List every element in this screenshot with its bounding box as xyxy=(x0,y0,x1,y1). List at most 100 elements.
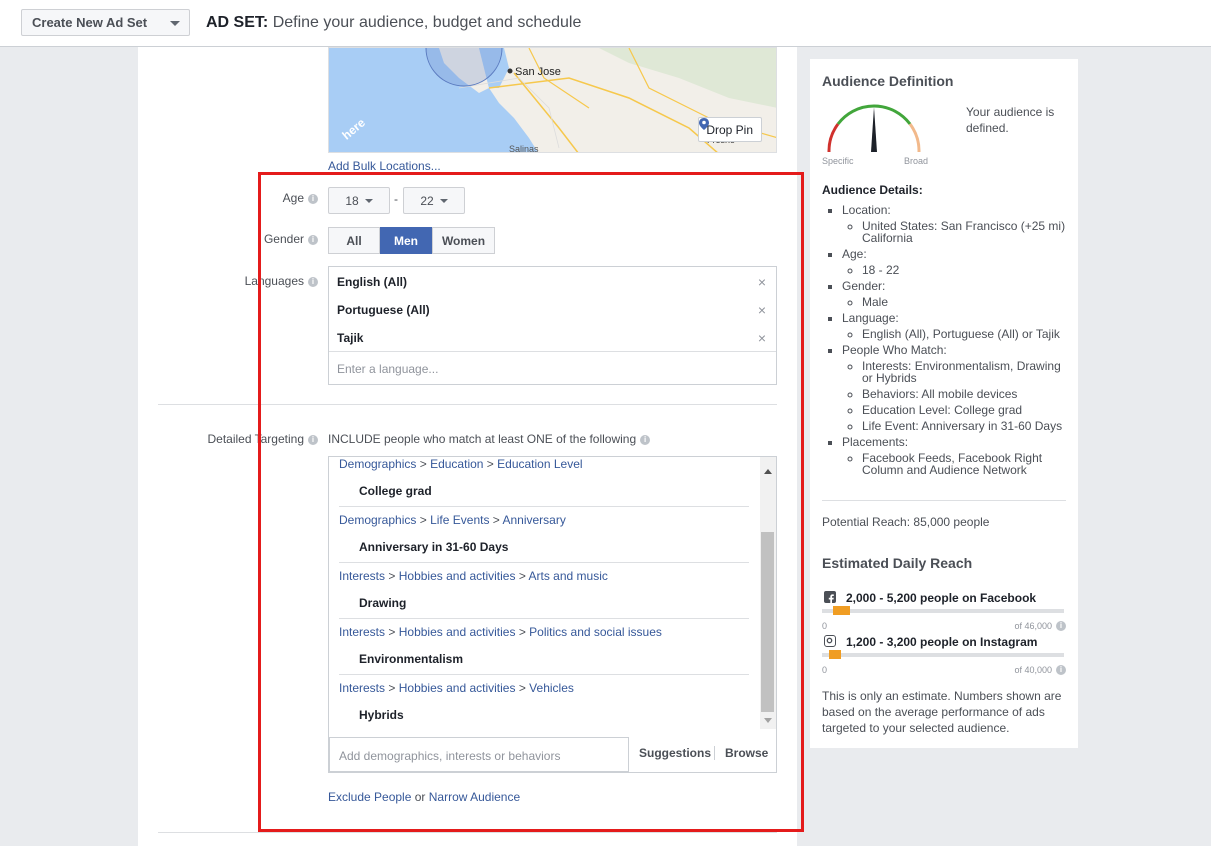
languages-box: English (All) × Portuguese (All) × Tajik… xyxy=(328,266,777,385)
audience-definition-panel: Audience Definition Specific Broad Your … xyxy=(810,59,1078,748)
audience-details-list: Location: United States: San Francisco (… xyxy=(822,204,1072,480)
remove-icon[interactable]: × xyxy=(758,302,766,318)
path-part: Hobbies and activities xyxy=(398,625,516,639)
potential-reach: Potential Reach: 85,000 people xyxy=(822,515,990,529)
gender-toggle-group: All Men Women xyxy=(328,227,495,254)
age-range-dash: - xyxy=(394,192,398,206)
targeting-item[interactable]: Anniversary in 31-60 Days xyxy=(359,540,508,554)
targeting-category-path[interactable]: Interests > Hobbies and activities > Veh… xyxy=(339,674,749,702)
gauge-specific-label: Specific xyxy=(822,156,854,166)
page-title-prefix: AD SET: xyxy=(206,14,269,31)
targeting-category-path[interactable]: Interests > Hobbies and activities > Pol… xyxy=(339,618,749,646)
path-part: Education Level xyxy=(497,457,583,471)
targeting-item[interactable]: Hybrids xyxy=(359,708,404,722)
audience-definition-title: Audience Definition xyxy=(822,73,954,89)
detail-value: Education Level: College grad xyxy=(862,404,1072,416)
info-icon[interactable]: i xyxy=(1056,621,1066,631)
path-separator: > xyxy=(518,625,526,639)
narrow-audience-link[interactable]: Narrow Audience xyxy=(429,790,520,804)
info-icon[interactable]: i xyxy=(308,194,318,204)
gender-women-button[interactable]: Women xyxy=(432,227,495,254)
remove-icon[interactable]: × xyxy=(758,330,766,346)
targeting-search-input[interactable]: Add demographics, interests or behaviors xyxy=(329,737,629,772)
detail-value: 18 - 22 xyxy=(862,264,1072,276)
age-max-select[interactable]: 22 xyxy=(403,187,465,214)
language-token: Portuguese (All) × xyxy=(329,295,776,323)
detail-label: Age: xyxy=(842,247,867,261)
detail-value: United States: San Francisco (+25 mi) Ca… xyxy=(862,220,1072,244)
path-part: Life Events xyxy=(430,513,490,527)
detail-item: Gender: Male xyxy=(842,280,1072,308)
map-pin-icon xyxy=(699,118,710,130)
drop-pin-button[interactable]: Drop Pin xyxy=(698,117,762,142)
detail-label: Language: xyxy=(842,311,899,325)
detail-label: Placements: xyxy=(842,435,909,449)
facebook-reach-track xyxy=(822,609,1064,613)
sidebar-divider xyxy=(822,500,1066,501)
targeting-category-path[interactable]: Demographics > Life Events > Anniversary xyxy=(339,506,749,534)
audience-status-text: Your audience is defined. xyxy=(966,105,1055,135)
create-new-ad-set-dropdown[interactable]: Create New Ad Set xyxy=(21,9,190,36)
page-title: AD SET: Define your audience, budget and… xyxy=(206,14,581,32)
add-bulk-locations-link[interactable]: Add Bulk Locations... xyxy=(328,159,441,173)
targeting-list[interactable]: Demographics > Education > Education Lev… xyxy=(329,457,761,729)
gender-men-button[interactable]: Men xyxy=(380,227,432,254)
detail-label: Location: xyxy=(842,203,891,217)
targeting-category-path[interactable]: Interests > Hobbies and activities > Art… xyxy=(339,562,749,590)
exclude-narrow-links: Exclude People or Narrow Audience xyxy=(328,790,520,804)
detail-label: Gender: xyxy=(842,279,886,293)
detail-value: Male xyxy=(862,296,1072,308)
detail-label: People Who Match: xyxy=(842,343,947,357)
language-input[interactable]: Enter a language... xyxy=(329,351,776,384)
path-separator: > xyxy=(492,513,500,527)
instagram-reach-text: 1,200 - 3,200 people on Instagram xyxy=(846,635,1038,649)
scroll-down-arrow-icon[interactable] xyxy=(764,718,772,723)
detail-item: People Who Match: Interests: Environment… xyxy=(842,344,1072,432)
language-token-label: Portuguese (All) xyxy=(337,303,430,317)
facebook-reach-max: of 46,000 i xyxy=(1014,621,1066,631)
info-icon[interactable]: i xyxy=(308,435,318,445)
detail-value: Facebook Feeds, Facebook Right Column an… xyxy=(862,452,1072,476)
detail-value: English (All), Portuguese (All) or Tajik xyxy=(862,328,1072,340)
exclude-people-link[interactable]: Exclude People xyxy=(328,790,411,804)
age-label-row: Age i xyxy=(238,191,318,205)
info-icon[interactable]: i xyxy=(640,435,651,445)
gender-label-row: Gender i xyxy=(238,232,318,246)
path-part: Vehicles xyxy=(529,681,574,695)
language-token-label: Tajik xyxy=(337,331,364,345)
audience-gauge-icon xyxy=(827,104,921,153)
targeting-category-path[interactable]: Demographics > Education > Education Lev… xyxy=(339,457,749,479)
detailed-targeting-label: Detailed Targeting xyxy=(207,432,304,446)
gender-all-button[interactable]: All xyxy=(328,227,380,254)
estimate-note: This is only an estimate. Numbers shown … xyxy=(822,689,1062,735)
languages-label: Languages xyxy=(244,274,304,288)
info-icon[interactable]: i xyxy=(1056,665,1066,675)
section-divider xyxy=(158,832,777,833)
facebook-reach-text: 2,000 - 5,200 people on Facebook xyxy=(846,591,1037,605)
top-bar: Create New Ad Set AD SET: Define your au… xyxy=(0,0,1211,47)
targeting-item[interactable]: Drawing xyxy=(359,596,406,610)
remove-icon[interactable]: × xyxy=(758,274,766,290)
path-part: Hobbies and activities xyxy=(398,569,516,583)
gender-label: Gender xyxy=(263,232,304,246)
suggestions-button[interactable]: Suggestions xyxy=(639,746,711,760)
path-part: Demographics xyxy=(339,457,417,471)
targeting-item[interactable]: College grad xyxy=(359,484,432,498)
facebook-icon xyxy=(824,591,836,604)
detail-item: Location: United States: San Francisco (… xyxy=(842,204,1072,244)
targeting-item[interactable]: Environmentalism xyxy=(359,652,463,666)
path-part: Hobbies and activities xyxy=(398,681,516,695)
scrollbar-thumb[interactable] xyxy=(761,532,774,712)
scroll-up-arrow-icon[interactable] xyxy=(764,469,772,474)
section-divider xyxy=(158,404,777,405)
info-icon[interactable]: i xyxy=(308,235,318,245)
age-min-select[interactable]: 18 xyxy=(328,187,390,214)
browse-button[interactable]: Browse xyxy=(725,746,768,760)
info-icon[interactable]: i xyxy=(308,277,318,287)
languages-label-row: Languages i xyxy=(198,274,318,288)
gauge-broad-label: Broad xyxy=(904,156,929,166)
path-part: Politics and social issues xyxy=(529,625,662,639)
location-map[interactable]: here San Jose Fresno Salinas Drop Pin xyxy=(328,47,777,153)
detail-item: Placements: Facebook Feeds, Facebook Rig… xyxy=(842,436,1072,476)
targeting-scrollbar[interactable] xyxy=(760,457,776,729)
